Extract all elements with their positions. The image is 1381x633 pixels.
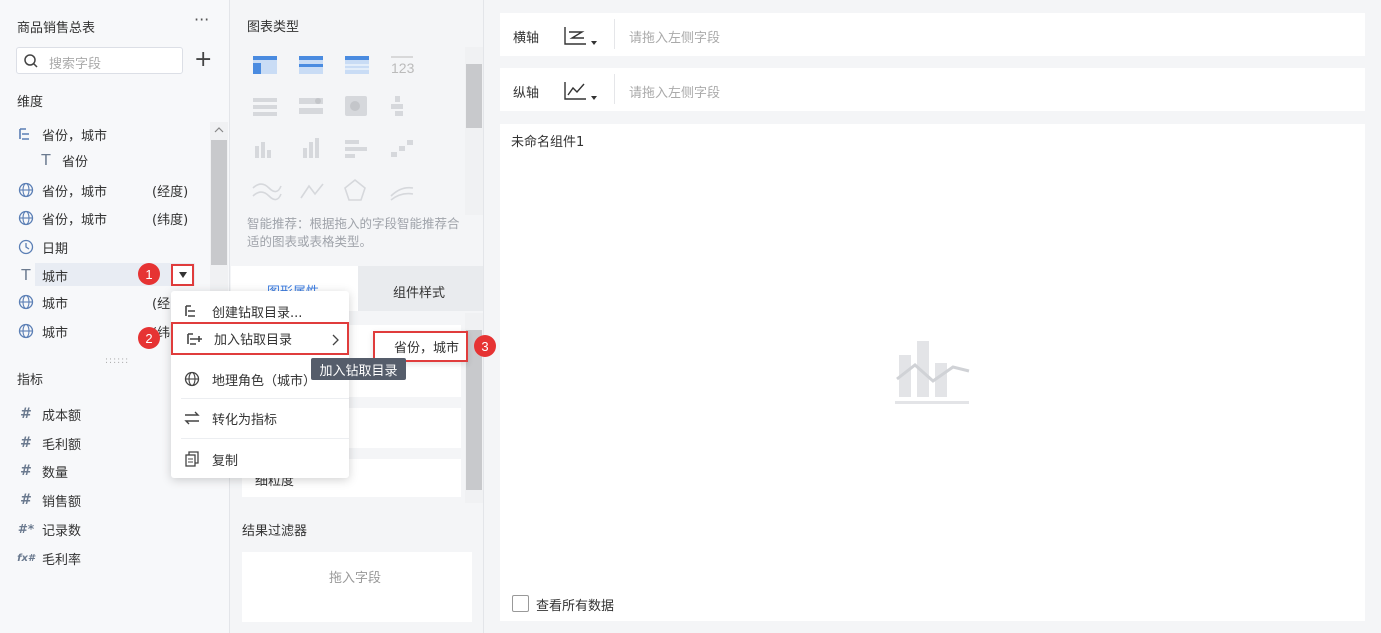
measure-label: 毛利额 [42,437,82,453]
measure-item[interactable]: fx# 毛利率 [17,545,207,571]
menu-item-label: 地理角色（城市） [212,373,317,389]
measure-label: 销售额 [42,494,82,510]
globe-icon [18,294,34,310]
dimension-label: 城市 [42,269,69,285]
globe-icon [18,323,34,339]
y-axis-label: 纵轴 [513,86,540,101]
measure-label: 毛利率 [42,552,82,568]
menu-divider [181,398,349,399]
y-axis-dropzone[interactable]: 请拖入左侧字段 [629,82,720,101]
tab-component-style[interactable]: 组件样式 [393,282,445,301]
panel-splitter[interactable]: :::::: [105,356,129,366]
menu-item-copy[interactable]: 复制 [171,441,349,477]
dimension-item[interactable]: 省份，城市 (经度) [17,177,207,203]
dimension-label: 省份 [62,154,89,170]
dimension-label: 城市 [42,296,69,312]
y-axis-sort-icon[interactable] [562,79,602,103]
hierarchy-icon [185,305,195,317]
menu-item-convert-measure[interactable]: 转化为指标 [171,400,349,436]
result-filter-dropzone[interactable] [242,552,472,622]
axis-separator [614,19,615,49]
dataset-title: 商品销售总表 [17,21,96,36]
step-badge-2: 2 [138,327,160,349]
dimension-item[interactable]: T 省份 [37,147,227,173]
dimension-item[interactable]: 日期 [17,234,207,260]
result-filter-placeholder: 拖入字段 [329,571,382,586]
copy-icon [185,451,199,467]
search-input[interactable]: 搜索字段 [16,47,183,74]
step-badge-1: 1 [138,263,160,285]
chart-type-grid[interactable]: 123 [245,48,460,213]
add-field-button[interactable]: + [194,47,212,73]
dimension-label: 日期 [42,241,69,257]
number-icon: # [20,435,32,451]
clock-icon [18,239,34,255]
number-icon: # [20,492,32,508]
chart-type-scroll-thumb[interactable] [466,64,482,128]
x-axis-dropzone[interactable]: 请拖入左侧字段 [629,27,720,46]
menu-divider [181,438,349,439]
dimension-label: 省份，城市 [42,184,108,200]
component-title[interactable]: 未命名组件1 [511,131,584,150]
dimension-label: 省份，城市 [42,128,108,144]
dimension-item[interactable]: 省份，城市 (纬度) [17,205,207,231]
x-axis-label: 横轴 [513,31,540,46]
step-badge-3: 3 [474,335,496,357]
dimension-label: 省份，城市 [42,212,108,228]
menu-item-add-drill[interactable]: 加入钻取目录 [171,322,349,355]
measure-label: 成本额 [42,408,82,424]
menu-item-label: 转化为指标 [212,412,278,428]
chart-types-title: 图表类型 [247,20,300,35]
measure-item[interactable]: #* 记录数 [17,516,207,542]
view-all-label: 查看所有数据 [536,599,615,614]
menu-item-label: 创建钻取目录... [212,305,303,321]
field-dropdown-button[interactable] [171,264,194,286]
menu-item-label: 加入钻取目录 [214,333,293,348]
menu-item-label: 复制 [212,453,239,469]
dimension-item[interactable]: 省份，城市 [17,121,207,147]
detail-table-icon [345,56,369,74]
globe-icon [184,371,200,387]
submenu-item-label: 省份，城市 [393,341,459,356]
hierarchy-add-icon [187,332,202,345]
table-icon [253,56,277,74]
cross-table-icon [299,56,323,74]
swap-icon [184,411,200,425]
x-axis-sort-icon[interactable] [562,24,602,48]
menu-tooltip: 加入钻取目录 [311,358,406,380]
svg-text:123: 123 [391,60,415,76]
text-icon: T [21,266,31,284]
globe-icon [18,182,34,198]
measures-label: 指标 [17,373,44,388]
dimension-ext: (经 [152,296,171,312]
scroll-up-icon[interactable] [213,126,225,134]
chevron-right-icon [332,334,339,346]
caret-down-icon [178,272,187,278]
hierarchy-icon [19,128,29,140]
search-placeholder: 搜索字段 [49,57,102,72]
dimensions-label: 维度 [17,95,44,110]
dimension-ext: (纬度) [152,212,189,228]
axis-separator [614,74,615,104]
record-count-icon: #* [17,522,35,536]
text-icon: T [41,151,51,169]
measure-label: 记录数 [42,523,82,539]
measure-label: 数量 [42,465,69,481]
smart-recommend-tip: 智能推荐：根据拖入的字段智能推荐合适的图表或表格类型。 [247,216,460,249]
empty-chart-icon [895,341,970,404]
number-icon: # [20,406,32,422]
result-filter-title: 结果过滤器 [242,524,308,539]
number-icon: # [20,463,32,479]
number-card-icon: 123 [391,56,415,76]
more-options-button[interactable]: ··· [194,10,209,29]
search-icon [24,54,38,68]
globe-icon [18,210,34,226]
measure-item[interactable]: # 销售额 [17,487,207,513]
formula-icon: fx# [17,552,35,564]
dimension-label: 城市 [42,325,69,341]
view-all-checkbox[interactable] [512,595,529,612]
dimension-ext: (经度) [152,184,189,200]
